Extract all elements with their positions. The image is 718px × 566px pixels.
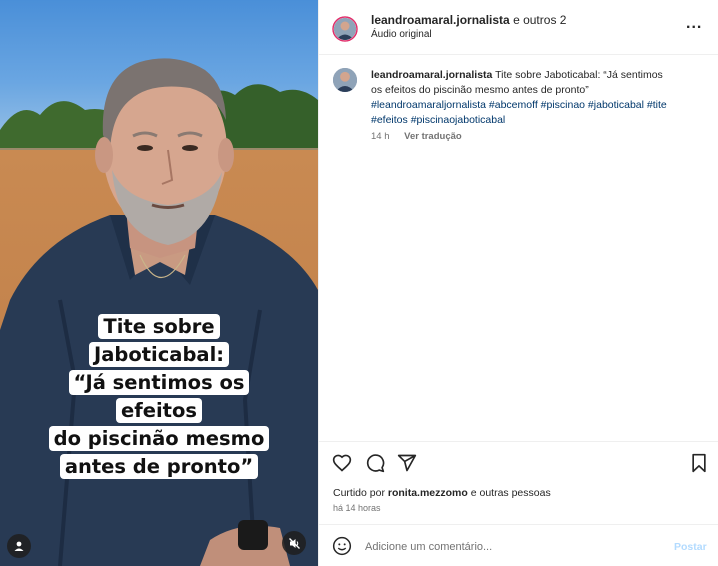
avatar-image: [333, 68, 357, 92]
bookmark-icon: [692, 453, 706, 473]
audio-label[interactable]: Áudio original: [371, 29, 432, 40]
likes-summary: Curtido por ronita.mezzomo e outras pess…: [333, 487, 551, 499]
likes-prefix: Curtido por: [333, 487, 385, 499]
share-button[interactable]: [395, 451, 419, 475]
avatar-image: [334, 18, 356, 40]
mute-icon: [288, 537, 300, 549]
like-button[interactable]: [330, 451, 354, 475]
emoji-button[interactable]: [332, 536, 354, 558]
comment-button[interactable]: [363, 451, 387, 475]
header-username-line: leandroamaral.jornalista e outros 2: [371, 13, 566, 27]
user-tag-icon: [14, 541, 24, 551]
caption-body: leandroamaral.jornalista Tite sobre Jabo…: [371, 68, 671, 128]
avatar[interactable]: [334, 18, 356, 40]
header-username[interactable]: leandroamaral.jornalista: [371, 13, 510, 27]
translate-link[interactable]: Ver tradução: [404, 131, 462, 142]
comment-input[interactable]: [365, 537, 665, 557]
heart-icon: [332, 454, 352, 472]
post-panel: leandroamaral.jornalista e outros 2 Áudi…: [318, 0, 718, 566]
video-caption-line: antes de pronto”: [59, 454, 259, 479]
video-caption-line: Tite sobre Jaboticabal:: [88, 314, 230, 367]
video-caption-line: “Já sentimos os efeitos: [68, 370, 250, 423]
caption-meta: 14 h Ver tradução: [371, 131, 462, 142]
caption-age[interactable]: 14 h: [371, 131, 390, 142]
likes-user[interactable]: ronita.mezzomo: [388, 487, 468, 499]
post-comment-button[interactable]: Postar: [674, 541, 707, 553]
caption-avatar[interactable]: [333, 68, 357, 92]
caption-hashtags[interactable]: #leandroamaraljornalista #abcemoff #pisc…: [371, 99, 667, 126]
more-icon: ...: [686, 15, 703, 32]
add-comment-divider: [319, 524, 718, 525]
likes-suffix[interactable]: e outras pessoas: [471, 487, 551, 499]
video-caption: Tite sobre Jaboticabal: “Já sentimos os …: [36, 313, 282, 481]
emoji-icon: [332, 536, 352, 556]
comment-icon: [366, 454, 385, 473]
post-timestamp[interactable]: há 14 horas: [333, 503, 381, 513]
actions-divider: [319, 441, 718, 442]
caption-username[interactable]: leandroamaral.jornalista: [371, 69, 492, 81]
mute-button[interactable]: [282, 531, 306, 555]
video-caption-line: do piscinão mesmo: [48, 426, 270, 451]
user-tag-button[interactable]: [7, 534, 31, 558]
more-options-button[interactable]: ...: [686, 15, 703, 32]
collab-text[interactable]: e outros 2: [513, 13, 566, 27]
video-person: [0, 58, 318, 566]
post-video[interactable]: Tite sobre Jaboticabal: “Já sentimos os …: [0, 0, 318, 566]
save-button[interactable]: [687, 451, 711, 475]
post-header: leandroamaral.jornalista e outros 2 Áudi…: [319, 0, 718, 55]
share-icon: [397, 454, 417, 472]
